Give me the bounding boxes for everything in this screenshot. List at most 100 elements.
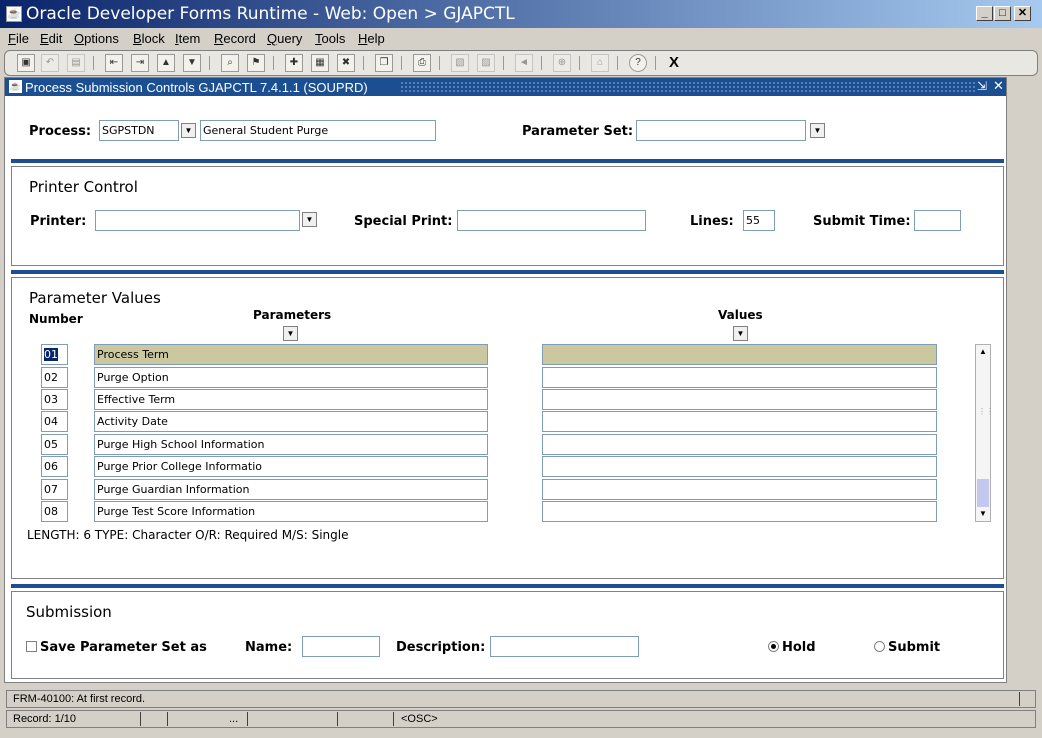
parameter-set-dropdown-icon[interactable]: ▼ (810, 123, 825, 138)
form-close-icon[interactable]: ✕ (993, 78, 1004, 94)
paste-icon[interactable]: ▧ (451, 54, 469, 72)
table-row-value[interactable] (542, 479, 937, 500)
special-print-field[interactable] (457, 210, 646, 231)
menu-help[interactable]: Help (358, 31, 385, 46)
name-field[interactable] (302, 636, 380, 657)
parameter-set-field[interactable] (636, 120, 806, 141)
hold-radio[interactable] (768, 641, 779, 652)
table-row-value[interactable] (542, 411, 937, 432)
description-field[interactable] (490, 636, 639, 657)
speaker-icon[interactable]: ◄ (515, 54, 533, 72)
maximize-button[interactable]: □ (994, 6, 1011, 21)
toolbar-separator (363, 56, 364, 70)
section-divider (11, 270, 1004, 274)
values-sort-icon[interactable]: ▼ (733, 326, 748, 341)
table-row-number[interactable]: 08 (41, 501, 68, 522)
hold-label: Hold (782, 640, 816, 655)
lines-label: Lines: (690, 214, 734, 229)
section-divider (11, 584, 1004, 588)
table-row-parameter[interactable]: Process Term (94, 344, 488, 365)
table-row-value[interactable] (542, 456, 937, 477)
next-block-icon[interactable]: ⇥ (131, 54, 149, 72)
copy-icon[interactable]: ❐ (375, 54, 393, 72)
toolbar-separator (655, 56, 656, 70)
table-row-number[interactable]: 04 (41, 411, 68, 432)
table-row-number[interactable]: 05 (41, 434, 68, 455)
menu-edit[interactable]: Edit (40, 31, 62, 46)
remove-record-icon[interactable]: ✖ (337, 54, 355, 72)
toolbar-separator (401, 56, 402, 70)
help-icon[interactable]: ? (629, 54, 647, 72)
table-row-parameter[interactable]: Purge Option (94, 367, 488, 388)
scroll-grip-icon[interactable]: ⋮⋮ (978, 407, 994, 429)
window-title-bar: ☕ Oracle Developer Forms Runtime - Web: … (0, 0, 1042, 28)
table-row-parameter[interactable]: Purge Prior College Informatio (94, 456, 488, 477)
submit-radio[interactable] (874, 641, 885, 652)
table-row-value[interactable] (542, 344, 937, 365)
prev-block-icon[interactable]: ⇤ (105, 54, 123, 72)
scroll-down-icon[interactable]: ▼ (977, 508, 989, 520)
prev-record-icon[interactable]: ▲ (157, 54, 175, 72)
enter-query-icon[interactable]: ⌕ (221, 54, 239, 72)
table-row-parameter[interactable]: Activity Date (94, 411, 488, 432)
process-code-field[interactable]: SGPSTDN (99, 120, 179, 141)
menu-options[interactable]: Options (74, 31, 119, 46)
menu-block[interactable]: Block (133, 31, 165, 46)
menu-bar: File Edit Options Block Item Record Quer… (0, 28, 1042, 49)
table-row-value[interactable] (542, 367, 937, 388)
save-icon[interactable]: ▣ (17, 54, 35, 72)
menu-record[interactable]: Record (214, 31, 256, 46)
next-record-icon[interactable]: ▼ (183, 54, 201, 72)
table-row-value[interactable] (542, 501, 937, 522)
hold-radio-dot (771, 644, 776, 649)
table-row-parameter[interactable]: Purge Test Score Information (94, 501, 488, 522)
status-separator (337, 712, 338, 726)
table-row-number[interactable]: 03 (41, 389, 68, 410)
status-separator (167, 712, 168, 726)
save-parameter-set-checkbox[interactable] (26, 641, 37, 652)
menu-item[interactable]: Item (175, 31, 200, 46)
table-row-parameter[interactable]: Effective Term (94, 389, 488, 410)
export-icon[interactable]: ▨ (477, 54, 495, 72)
execute-query-icon[interactable]: ⚑ (247, 54, 265, 72)
printer-control-title: Printer Control (29, 178, 138, 196)
parameter-scrollbar[interactable]: ▲ ⋮⋮ ▼ (975, 344, 994, 522)
printer-dropdown-icon[interactable]: ▼ (302, 212, 317, 227)
form-window: ☕ Process Submission Controls GJAPCTL 7.… (4, 77, 1007, 683)
table-row-value[interactable] (542, 434, 937, 455)
table-row-number[interactable]: 02 (41, 367, 68, 388)
table-row-number[interactable]: 06 (41, 456, 68, 477)
minimize-button[interactable]: _ (976, 6, 993, 21)
insert-record-icon[interactable]: ✚ (285, 54, 303, 72)
delete-record-icon[interactable]: ▦ (311, 54, 329, 72)
print-icon[interactable]: ▤ (67, 54, 85, 72)
process-dropdown-icon[interactable]: ▼ (181, 123, 196, 138)
submission-panel (11, 591, 1004, 679)
printer-field[interactable] (95, 210, 300, 231)
table-row-value[interactable] (542, 389, 937, 410)
scroll-thumb[interactable] (977, 479, 989, 507)
target-icon[interactable]: ⊕ (553, 54, 571, 72)
rollback-icon[interactable]: ↶ (41, 54, 59, 72)
table-row-parameter[interactable]: Purge Guardian Information (94, 479, 488, 500)
values-column-header: Values (718, 308, 763, 322)
menu-file[interactable]: File (8, 31, 29, 46)
exit-icon[interactable]: X (669, 54, 679, 71)
toolbar-separator (439, 56, 440, 70)
print-screen-icon[interactable]: ⎙ (413, 54, 431, 72)
home-icon[interactable]: ⌂ (591, 54, 609, 72)
table-row-number[interactable]: 07 (41, 479, 68, 500)
close-button[interactable]: ✕ (1014, 6, 1031, 21)
process-description-field[interactable]: General Student Purge (200, 120, 436, 141)
menu-tools[interactable]: Tools (315, 31, 345, 46)
table-row-parameter[interactable]: Purge High School Information (94, 434, 488, 455)
submit-time-field[interactable] (914, 210, 961, 231)
lines-field[interactable]: 55 (743, 210, 775, 231)
status-mode: <OSC> (401, 713, 438, 725)
scroll-up-icon[interactable]: ▲ (977, 346, 989, 358)
menu-query[interactable]: Query (267, 31, 302, 46)
table-row-number[interactable]: 01 (41, 344, 68, 365)
parameters-sort-icon[interactable]: ▼ (283, 326, 298, 341)
form-restore-icon[interactable]: ⇲ (977, 79, 987, 93)
toolbar-separator (93, 56, 94, 70)
